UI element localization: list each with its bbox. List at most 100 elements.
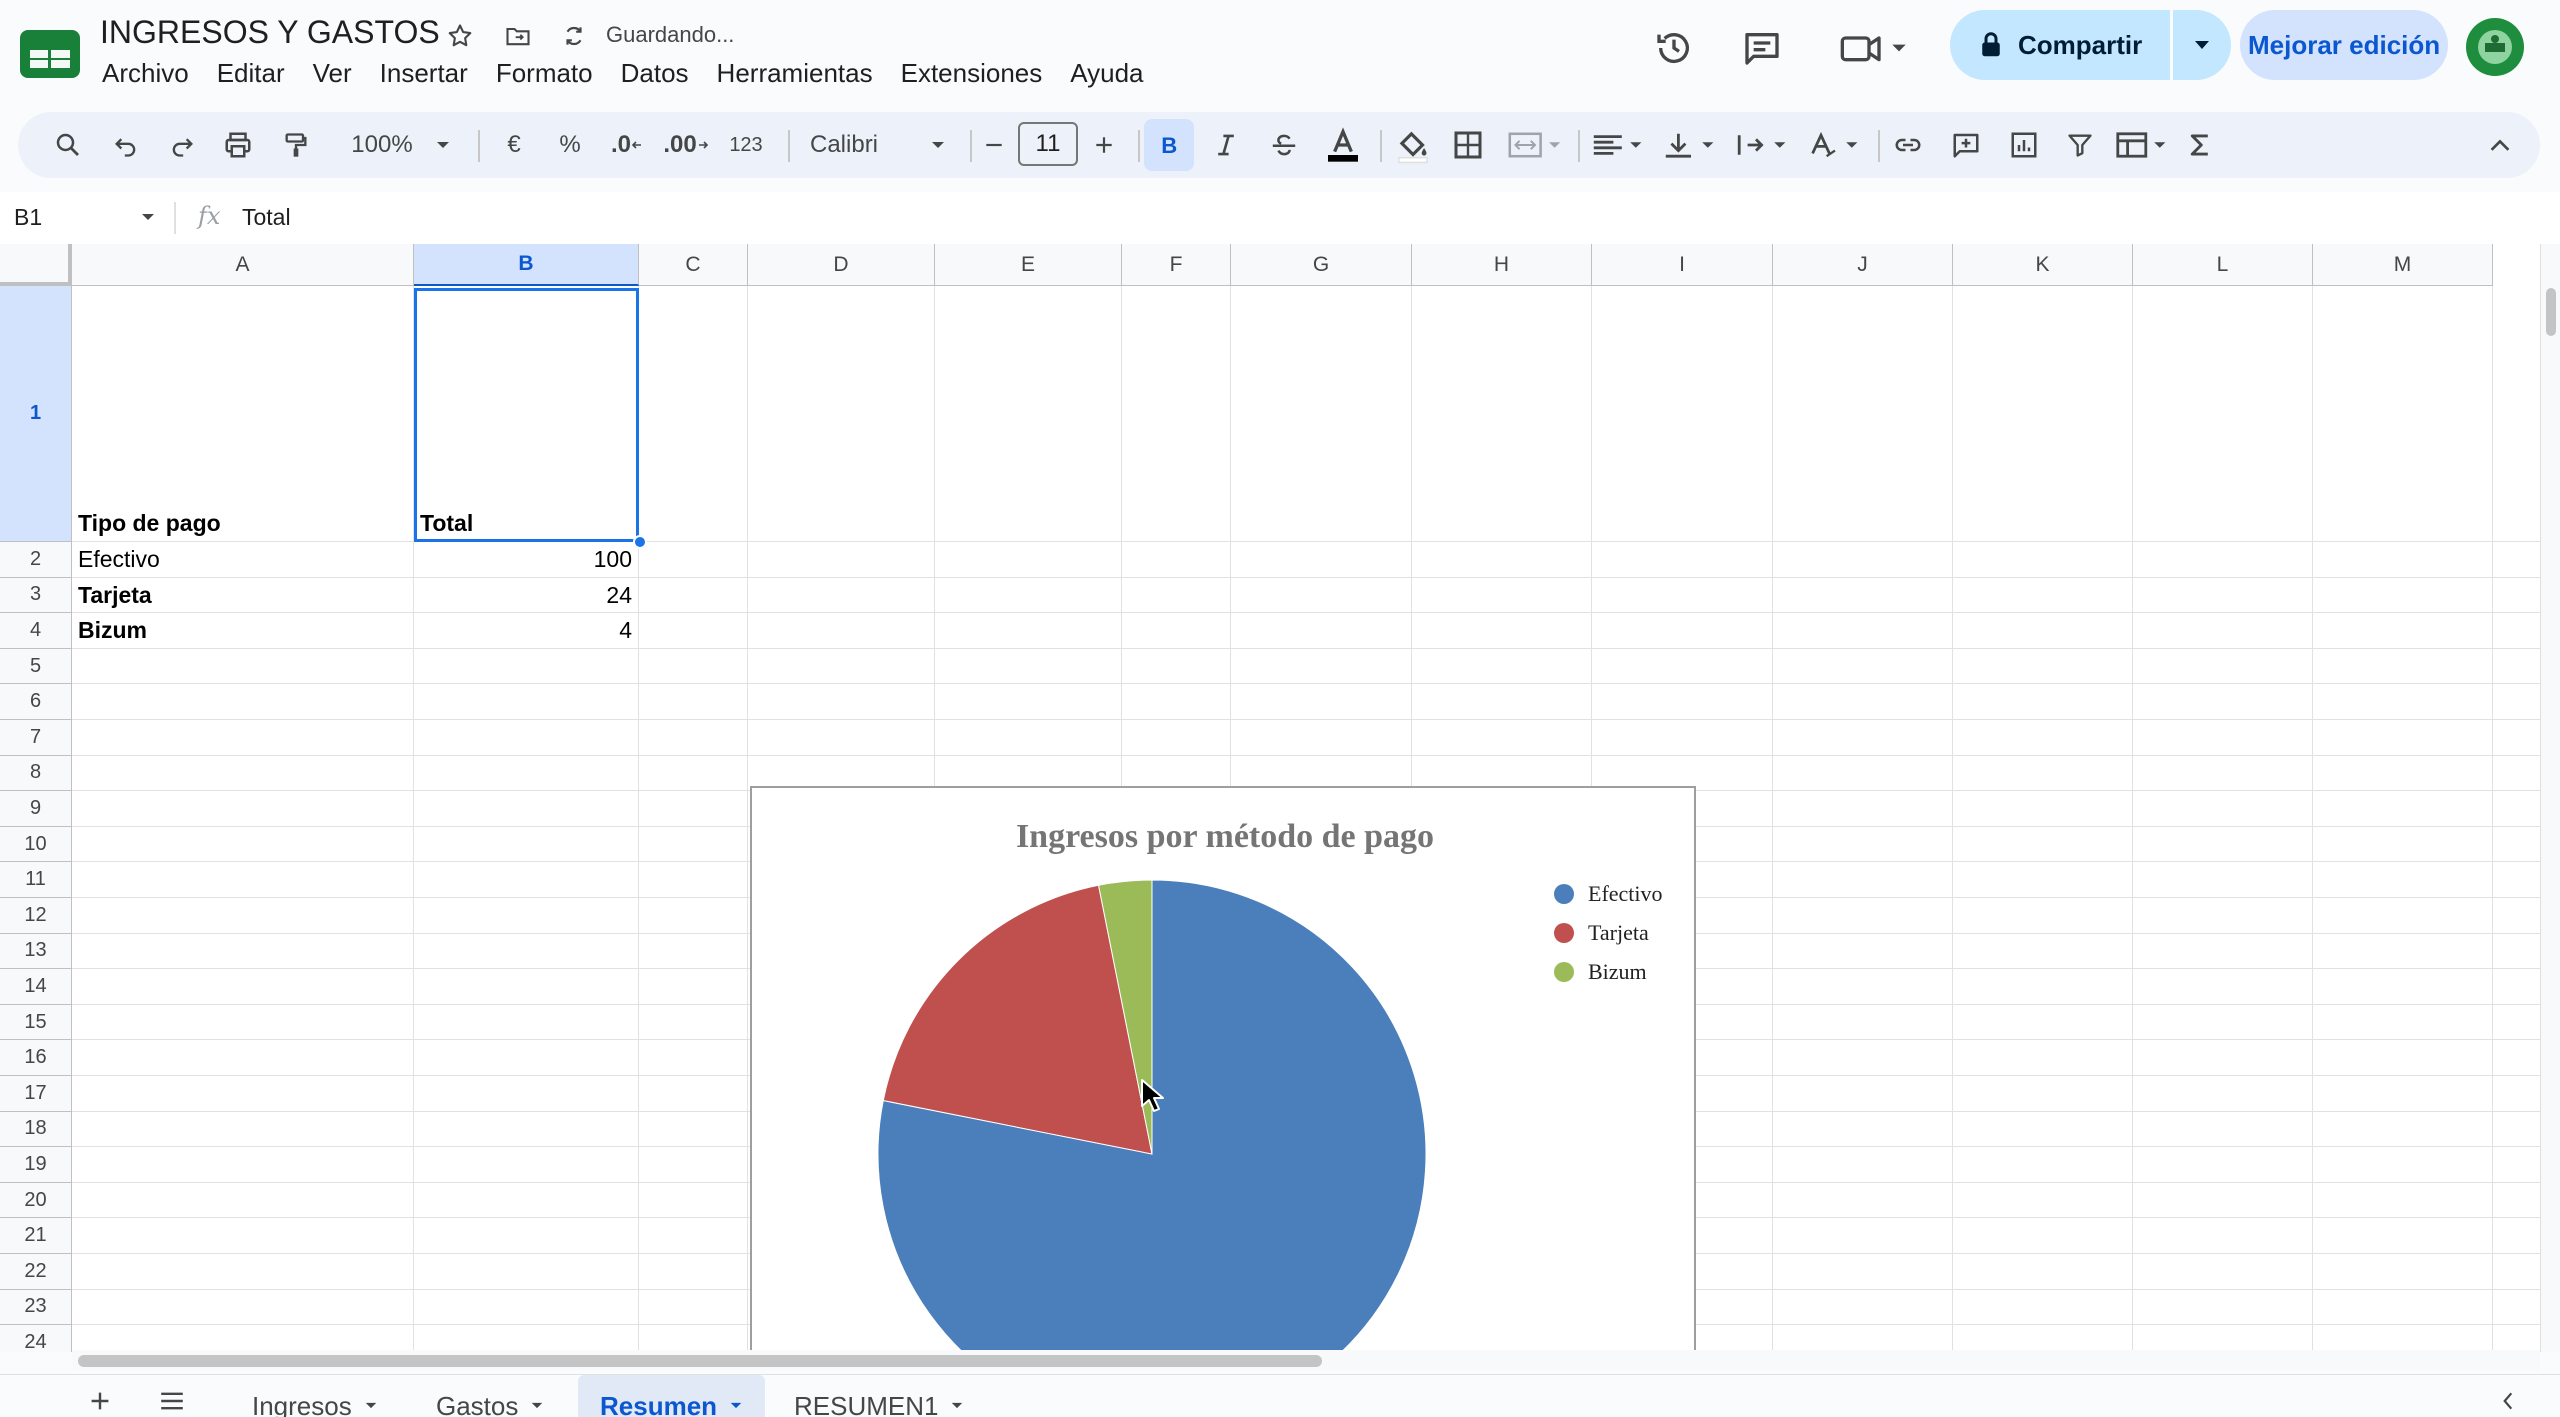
comments-icon[interactable]	[1734, 20, 1790, 76]
star-icon[interactable]	[442, 18, 478, 54]
row-header-24[interactable]: 24	[0, 1325, 72, 1352]
strikethrough-icon[interactable]	[1262, 119, 1306, 171]
cell-A2[interactable]: Efectivo	[78, 546, 160, 573]
row-header-14[interactable]: 14	[0, 969, 72, 1005]
row-header-7[interactable]: 7	[0, 720, 72, 756]
undo-icon[interactable]	[104, 119, 148, 171]
decrease-decimals-button[interactable]: .0	[602, 119, 652, 171]
row-header-10[interactable]: 10	[0, 826, 72, 863]
column-header-i[interactable]: I	[1592, 244, 1773, 286]
row-header-2[interactable]: 2	[0, 542, 72, 578]
menu-datos[interactable]: Datos	[607, 56, 703, 91]
font-size-input[interactable]: 11	[1018, 122, 1078, 166]
sheet-tab-resumen[interactable]: Resumen	[578, 1375, 766, 1417]
meet-video-icon[interactable]	[1834, 20, 1914, 76]
select-all-corner[interactable]	[0, 244, 72, 286]
insert-comment-icon[interactable]	[1944, 119, 1988, 171]
insert-link-icon[interactable]	[1886, 119, 1930, 171]
row-header-18[interactable]: 18	[0, 1111, 72, 1148]
vertical-scrollbar[interactable]	[2540, 244, 2560, 1352]
merge-cells-icon[interactable]	[1502, 119, 1568, 171]
currency-format-button[interactable]: €	[492, 119, 536, 171]
insert-chart-icon[interactable]	[2002, 119, 2046, 171]
chevron-down-icon[interactable]	[364, 1401, 378, 1410]
share-dropdown-button[interactable]	[2173, 10, 2232, 80]
filter-views-icon[interactable]	[2110, 119, 2176, 171]
avatar-icon[interactable]	[2466, 18, 2524, 76]
menu-ver[interactable]: Ver	[299, 56, 366, 91]
row-header-15[interactable]: 15	[0, 1004, 72, 1041]
menu-ayuda[interactable]: Ayuda	[1056, 56, 1157, 91]
chevron-down-icon[interactable]	[140, 212, 156, 222]
column-header-a[interactable]: A	[72, 244, 414, 286]
column-header-d[interactable]: D	[748, 244, 935, 286]
row-header-13[interactable]: 13	[0, 933, 72, 970]
document-title[interactable]: INGRESOS Y GASTOS	[100, 14, 440, 51]
row-header-17[interactable]: 17	[0, 1076, 72, 1112]
menu-herramientas[interactable]: Herramientas	[703, 56, 887, 91]
text-wrapping-icon[interactable]	[1730, 119, 1796, 171]
scroll-tabs-left-icon[interactable]	[2486, 1379, 2530, 1417]
column-header-m[interactable]: M	[2313, 244, 2493, 286]
horizontal-align-icon[interactable]	[1586, 119, 1652, 171]
column-header-g[interactable]: G	[1231, 244, 1412, 286]
row-header-9[interactable]: 9	[0, 791, 72, 827]
cell-B4[interactable]: 4	[416, 617, 632, 644]
row-header-22[interactable]: 22	[0, 1254, 72, 1290]
cell-A3[interactable]: Tarjeta	[78, 582, 152, 609]
sheet-tab-ingresos[interactable]: Ingresos	[230, 1375, 400, 1417]
app-logo-icon[interactable]	[20, 30, 80, 78]
text-rotation-icon[interactable]	[1802, 119, 1868, 171]
row-header-1[interactable]: 1	[0, 286, 72, 542]
row-header-16[interactable]: 16	[0, 1040, 72, 1076]
sheet-tab-gastos[interactable]: Gastos	[414, 1375, 566, 1417]
formula-input[interactable]: Total	[242, 204, 291, 231]
row-header-5[interactable]: 5	[0, 648, 72, 685]
cell-B2[interactable]: 100	[416, 546, 632, 573]
upgrade-button[interactable]: Mejorar edición	[2240, 10, 2449, 80]
row-header-19[interactable]: 19	[0, 1147, 72, 1183]
search-icon[interactable]	[46, 119, 90, 171]
name-box[interactable]: B1	[14, 204, 42, 231]
add-sheet-icon[interactable]	[78, 1379, 122, 1417]
menu-formato[interactable]: Formato	[482, 56, 607, 91]
history-icon[interactable]	[1646, 20, 1702, 76]
row-header-11[interactable]: 11	[0, 862, 72, 898]
redo-icon[interactable]	[160, 119, 204, 171]
share-button[interactable]: Compartir	[1950, 10, 2171, 80]
column-header-c[interactable]: C	[639, 244, 748, 286]
cell-A4[interactable]: Bizum	[78, 617, 147, 644]
row-header-3[interactable]: 3	[0, 577, 72, 614]
horizontal-scrollbar[interactable]	[72, 1350, 2540, 1370]
column-header-b[interactable]: B	[414, 244, 639, 286]
filter-icon[interactable]	[2058, 119, 2102, 171]
column-header-l[interactable]: L	[2133, 244, 2313, 286]
number-format-button[interactable]: 123	[718, 119, 774, 171]
row-header-23[interactable]: 23	[0, 1289, 72, 1326]
column-header-f[interactable]: F	[1122, 244, 1231, 286]
vertical-align-icon[interactable]	[1658, 119, 1724, 171]
borders-icon[interactable]	[1446, 119, 1490, 171]
fill-handle[interactable]	[633, 535, 647, 549]
bold-icon[interactable]: B	[1144, 119, 1194, 171]
column-header-k[interactable]: K	[1953, 244, 2133, 286]
font-family-select[interactable]: Calibri	[798, 119, 958, 171]
menu-insertar[interactable]: Insertar	[366, 56, 482, 91]
print-icon[interactable]	[216, 119, 260, 171]
vertical-scroll-thumb[interactable]	[2546, 288, 2556, 336]
column-header-h[interactable]: H	[1412, 244, 1592, 286]
decrease-font-size-icon[interactable]	[972, 119, 1016, 171]
chevron-down-icon[interactable]	[530, 1401, 544, 1410]
italic-icon[interactable]	[1204, 119, 1248, 171]
pie-chart[interactable]: Ingresos por método de pago Efectivo Tar…	[750, 786, 1696, 1352]
functions-icon[interactable]	[2178, 119, 2222, 171]
column-header-e[interactable]: E	[935, 244, 1122, 286]
increase-decimals-button[interactable]: .00	[658, 119, 714, 171]
menu-editar[interactable]: Editar	[203, 56, 299, 91]
row-header-6[interactable]: 6	[0, 684, 72, 720]
row-header-20[interactable]: 20	[0, 1182, 72, 1219]
paint-format-icon[interactable]	[274, 119, 318, 171]
cell-A1[interactable]: Tipo de pago	[78, 510, 221, 537]
collapse-toolbar-icon[interactable]	[2478, 119, 2522, 171]
menu-archivo[interactable]: Archivo	[88, 56, 203, 91]
